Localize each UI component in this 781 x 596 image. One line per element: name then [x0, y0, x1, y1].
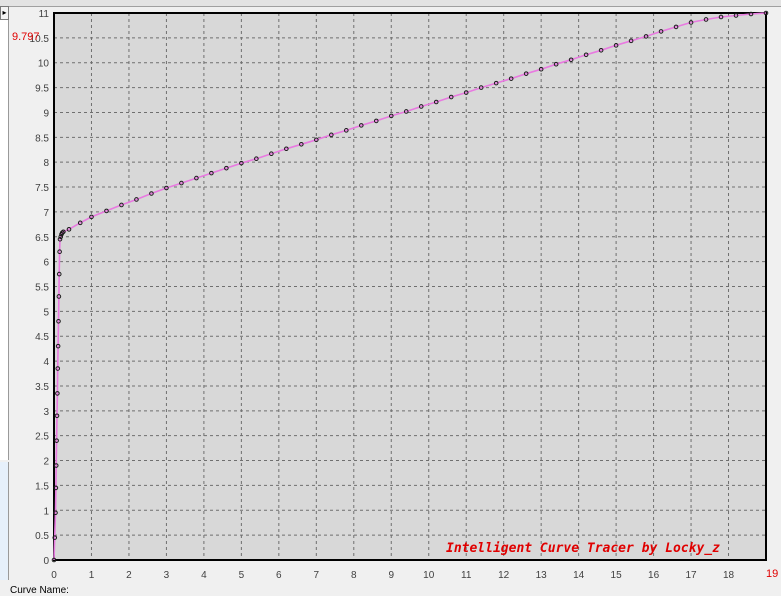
y-tick-label: 1.5	[35, 481, 49, 492]
y-tick-label: 8	[43, 158, 49, 169]
y-tick-label: 0	[43, 556, 49, 567]
x-tick-label: 17	[685, 570, 697, 581]
y-tick-label: 7.5	[35, 183, 49, 194]
x-tick-label: 10	[423, 570, 435, 581]
x-tick-label: 2	[126, 570, 132, 581]
y-tick-label: 7	[43, 208, 49, 219]
y-tick-label: 5	[43, 307, 49, 318]
plot-canvas[interactable]: 0 1 2 3 4 5 6 7 8 9 10 11 12 13 14 15 16 17 1800.511.522.5…	[0, 0, 781, 594]
y-tick-label: 11	[39, 9, 50, 20]
x-tick-label: 14	[573, 570, 585, 581]
x-tick-label: 0	[51, 570, 57, 581]
x-tick-label: 7	[314, 570, 320, 581]
x-tick-label: 1	[89, 570, 95, 581]
x-tick-label: 5	[239, 570, 245, 581]
y-tick-label: 3	[43, 407, 49, 418]
watermark-label: Intelligent Curve Tracer by Locky_z	[446, 541, 720, 556]
x-tick-label: 6	[276, 570, 282, 581]
y-tick-label: 2.5	[35, 432, 49, 443]
cursor-x-readout: 19	[766, 568, 779, 580]
y-tick-label: 4	[43, 357, 49, 368]
y-tick-label: 3.5	[35, 382, 49, 393]
y-tick-label: 9.5	[35, 84, 49, 95]
y-tick-label: 1	[43, 506, 49, 517]
y-tick-label: 9	[43, 108, 49, 119]
y-tick-label: 0.5	[35, 531, 49, 542]
y-tick-label: 2	[43, 457, 49, 468]
x-tick-label: 15	[611, 570, 623, 581]
y-tick-label: 10	[38, 59, 50, 70]
cursor-y-readout: 9.797	[12, 31, 40, 43]
y-tick-label: 8.5	[35, 133, 49, 144]
curve-name-label: Curve Name:	[10, 585, 69, 596]
x-tick-label: 3	[164, 570, 170, 581]
y-tick-label: 6	[43, 258, 49, 269]
x-tick-label: 11	[461, 570, 472, 581]
x-tick-label: 8	[351, 570, 357, 581]
x-tick-label: 12	[498, 570, 510, 581]
y-tick-label: 5.5	[35, 283, 49, 294]
x-tick-label: 9	[388, 570, 394, 581]
y-tick-label: 6.5	[35, 233, 49, 244]
y-tick-label: 4.5	[35, 332, 49, 343]
x-tick-label: 13	[536, 570, 548, 581]
x-tick-label: 16	[648, 570, 660, 581]
x-tick-label: 18	[723, 570, 735, 581]
x-tick-label: 4	[201, 570, 207, 581]
